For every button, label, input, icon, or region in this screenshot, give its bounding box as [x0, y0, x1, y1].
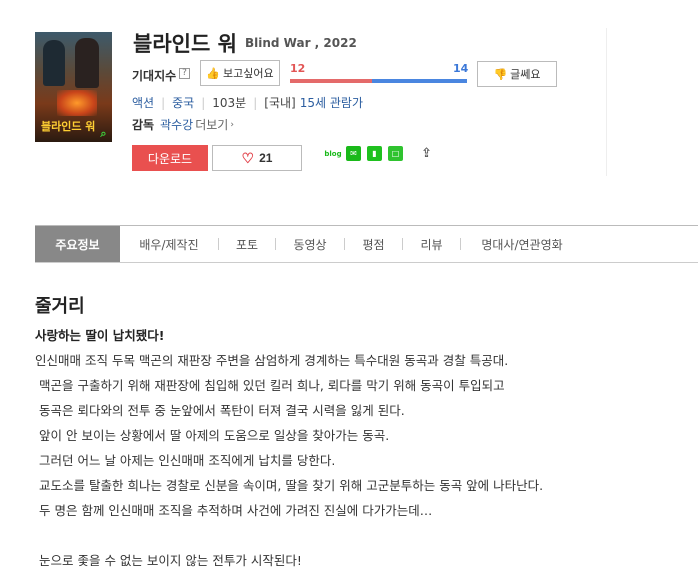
synopsis-line: 그러던 어느 날 아제는 인신매매 조직에게 납치를 당한다.	[39, 453, 336, 468]
more-link[interactable]: 더보기	[195, 116, 228, 133]
tab-photo[interactable]: 포토	[219, 226, 275, 262]
meta-separator: |	[161, 95, 166, 110]
want-count: 12	[290, 62, 306, 75]
synopsis-line: 인신매매 조직 두목 맥곤의 재판장 주변을 삼엄하게 경계하는 특수대원 동곡…	[35, 353, 509, 368]
heart-icon: ♡	[241, 149, 255, 166]
rating-prefix: [국내]	[264, 96, 296, 110]
synopsis-heading: 줄거리	[35, 296, 85, 317]
movie-original-title: Blind War , 2022	[245, 36, 357, 50]
like-count: 21	[259, 151, 273, 165]
synopsis-line: 맥곤을 구출하기 위해 재판장에 침입해 있던 킬러 희나, 뢰다를 막기 위해…	[39, 378, 505, 393]
vertical-divider	[606, 28, 607, 176]
zoom-icon[interactable]: ⌕	[97, 127, 110, 140]
rating-link[interactable]: 15세 관람가	[300, 94, 363, 111]
chevron-right-icon: ›	[230, 119, 234, 130]
share-row: blog ✉ ▮ □ ⇪	[324, 146, 434, 161]
not-sure-label: 글쎄요	[510, 69, 541, 81]
synopsis-line: 동곡은 뢰다와의 전투 중 눈앞에서 폭탄이 터져 결국 시력을 잃게 된다.	[39, 403, 405, 418]
poster-figure-right	[75, 38, 99, 88]
poster-title: 블라인드 워	[41, 120, 96, 133]
tab-cast-crew[interactable]: 배우/제작진	[120, 226, 218, 262]
director-row: 감독 곽수강 더보기 ›	[132, 116, 234, 133]
tab-review[interactable]: 리뷰	[403, 226, 460, 262]
synopsis-line: 앞이 안 보이는 상황에서 딸 아제의 도움으로 일상을 찾아가는 동곡.	[39, 428, 390, 443]
download-button[interactable]: 다운로드	[132, 145, 208, 171]
genre-link[interactable]: 액션	[132, 94, 154, 111]
expectation-label: 기대지수	[132, 69, 177, 83]
synopsis-lead: 사랑하는 딸이 납치됐다!	[35, 328, 165, 343]
poster-figure-left	[43, 40, 65, 86]
cafe-share-icon[interactable]: □	[388, 146, 403, 161]
tab-quotes-related[interactable]: 명대사/연관영화	[461, 226, 583, 262]
not-sure-button[interactable]: 👎 글쎄요	[477, 61, 557, 87]
synopsis-line: 두 명은 함께 인신매매 조직을 추적하며 사건에 가려진 진실에 다가가는데…	[39, 503, 433, 518]
synopsis-line: 교도소를 탈출한 희나는 경찰로 신분을 속이며, 딸을 찾기 위해 고군분투하…	[39, 478, 544, 493]
tab-bar: 주요정보 배우/제작진 포토 동영상 평점 리뷰 명대사/연관영화	[35, 225, 698, 263]
synopsis-spacer	[35, 523, 675, 548]
expectation-bar-fill	[290, 79, 372, 83]
meta-separator: |	[201, 95, 206, 110]
director-label: 감독	[132, 118, 155, 132]
want-to-see-button[interactable]: 👍 보고싶어요	[200, 60, 280, 86]
blog-share-icon[interactable]: blog	[324, 146, 342, 161]
meta-separator: |	[253, 95, 258, 110]
thumbs-down-icon: 👎	[493, 68, 508, 81]
tab-rating[interactable]: 평점	[345, 226, 402, 262]
thumbs-up-icon: 👍	[206, 67, 221, 80]
movie-meta: 액션 | 중국 | 103분 | [국내] 15세 관람가	[132, 94, 363, 111]
expectation-bar	[290, 79, 467, 83]
naver-share-icon[interactable]: ✉	[346, 146, 361, 161]
share-icon[interactable]: ⇪	[419, 146, 434, 161]
meh-count: 14	[453, 62, 469, 75]
director-name-link[interactable]: 곽수강	[160, 116, 193, 133]
synopsis-body: 사랑하는 딸이 납치됐다! 인신매매 조직 두목 맥곤의 재판장 주변을 삼엄하…	[35, 323, 675, 573]
movie-title: 블라인드 워	[133, 32, 237, 56]
help-icon[interactable]: ?	[179, 68, 190, 79]
poster-explosion	[57, 90, 97, 116]
like-button[interactable]: ♡ 21	[212, 145, 302, 171]
movie-poster[interactable]: 블라인드 워 ⌕	[35, 32, 112, 142]
tab-video[interactable]: 동영상	[276, 226, 344, 262]
band-share-icon[interactable]: ▮	[367, 146, 382, 161]
tab-main-info[interactable]: 주요정보	[35, 226, 120, 262]
country-link[interactable]: 중국	[172, 94, 194, 111]
runtime: 103분	[212, 96, 247, 110]
want-to-see-label: 보고싶어요	[223, 68, 274, 80]
synopsis-closing: 눈으로 좇을 수 없는 보이지 않는 전투가 시작된다!	[39, 553, 302, 568]
